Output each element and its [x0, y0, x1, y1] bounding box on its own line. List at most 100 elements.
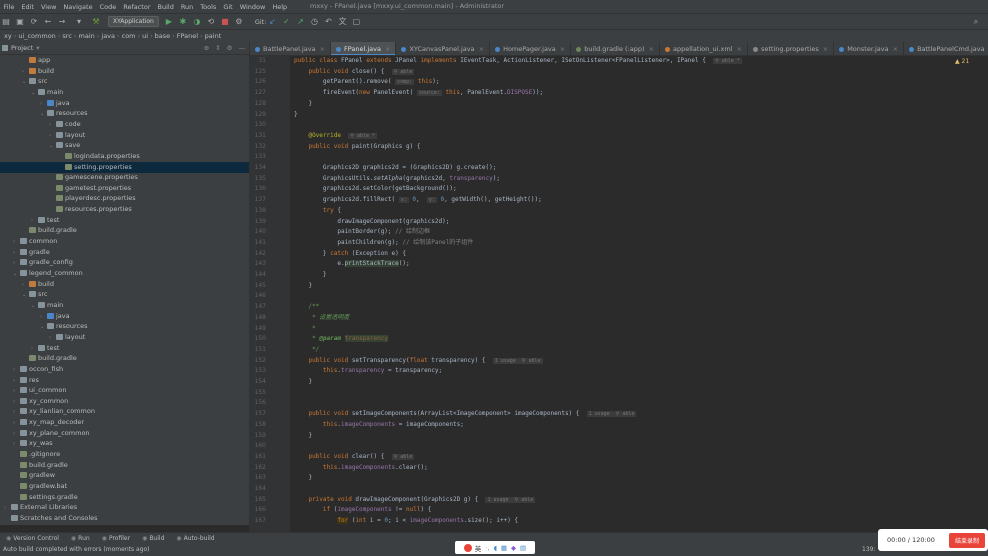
tree-item[interactable]: › res [0, 375, 249, 386]
hide-icon[interactable]: — [239, 44, 246, 52]
menu-item-file[interactable]: File [0, 3, 18, 11]
tree-item[interactable]: gametest.properties [0, 183, 249, 194]
tree-item[interactable]: › xy_lianlian_common [0, 406, 249, 417]
close-icon[interactable]: × [737, 45, 742, 53]
keyboard-icon[interactable]: ▦ [501, 544, 507, 552]
tree-item[interactable]: gradlew.bat [0, 481, 249, 492]
grid-icon[interactable]: ▤ [520, 544, 526, 552]
search-icon[interactable]: ⌕ [970, 16, 982, 28]
breadcrumb-item[interactable]: main [77, 32, 97, 40]
tab-battlepanelcmd-java[interactable]: BattlePanelCmd.java× [904, 42, 988, 55]
tree-item[interactable]: ⌄ resources [0, 321, 249, 332]
tree-item[interactable]: ⌄ main [0, 87, 249, 98]
run-config-select[interactable]: XYApplication [108, 16, 159, 27]
line-number-gutter[interactable]: 31 125 126 127 128 129 130 131 132 133 134 135 136 13… [250, 56, 290, 532]
tab-build-gradle-app[interactable]: build.gradle (:app) × [571, 42, 660, 55]
tree-item[interactable]: › layout [0, 332, 249, 343]
tree-item[interactable]: build.gradle [0, 460, 249, 471]
git-history-icon[interactable]: ◷ [308, 16, 320, 28]
tree-item[interactable]: resources.properties [0, 204, 249, 215]
breadcrumb-item[interactable]: base [153, 32, 173, 40]
menu-item-help[interactable]: Help [269, 3, 291, 11]
settings-icon[interactable]: ⚙ [233, 16, 245, 28]
folder-icon[interactable]: ▤ [0, 16, 12, 28]
tree-item[interactable]: › xy_common [0, 396, 249, 407]
tree-item[interactable]: › ui_common [0, 385, 249, 396]
tree-item[interactable]: logindata.properties [0, 151, 249, 162]
tab-homepager-java[interactable]: HomePager.java × [490, 42, 572, 55]
tree-item[interactable]: gradlew [0, 470, 249, 481]
skin-icon[interactable]: ◆ [511, 544, 516, 552]
git-revert-icon[interactable]: ↶ [322, 16, 334, 28]
git-update-icon[interactable]: ↙ [266, 16, 278, 28]
tree-item[interactable]: › occon_fish [0, 364, 249, 375]
tree-item[interactable]: ⌄ save [0, 140, 249, 151]
menu-item-run[interactable]: Run [177, 3, 196, 11]
tree-item[interactable]: .gitignore [0, 449, 249, 460]
breadcrumb-item[interactable]: ui_common [16, 32, 58, 40]
tree-item[interactable]: › xy_plane_common [0, 428, 249, 439]
tab-fpanel-java[interactable]: FPanel.java × [331, 42, 397, 55]
close-icon[interactable]: × [649, 45, 654, 53]
microphone-icon[interactable]: ◖ [493, 544, 496, 552]
ime-language[interactable]: 英 [475, 543, 482, 553]
stop-recording-button[interactable]: 结束录制 [948, 532, 985, 548]
tree-item[interactable]: › build [0, 66, 249, 77]
save-icon[interactable]: ▣ [14, 16, 26, 28]
menu-item-view[interactable]: View [37, 3, 59, 11]
tree-item[interactable]: ⌄ legend_common [0, 268, 249, 279]
tab-setting-properties[interactable]: setting.properties × [748, 42, 835, 55]
menu-item-navigate[interactable]: Navigate [60, 3, 96, 11]
tree-item[interactable]: Scratches and Consoles [0, 513, 249, 524]
breadcrumb-item[interactable]: FPanel [175, 32, 200, 40]
locate-icon[interactable]: ⊕ [204, 44, 209, 52]
tree-item[interactable]: ⌄ resources [0, 108, 249, 119]
tree-item[interactable]: › code [0, 119, 249, 130]
menu-item-window[interactable]: Window [236, 3, 269, 11]
tree-item[interactable]: ⌄ main [0, 300, 249, 311]
gear-icon[interactable]: ⚙ [227, 44, 233, 52]
profile-icon[interactable]: ⟲ [205, 16, 217, 28]
git-push-icon[interactable]: ↗ [294, 16, 306, 28]
git-commit-icon[interactable]: ✓ [280, 16, 292, 28]
cursor-position[interactable]: 139: [862, 544, 875, 556]
code-editor[interactable]: public class FPanel extends JPanel imple… [290, 56, 973, 532]
tree-item[interactable]: settings.gradle [0, 492, 249, 503]
breadcrumb-item[interactable]: paint [203, 32, 224, 40]
tree-item[interactable]: › xy_was [0, 438, 249, 449]
tree-item[interactable]: gamescene.properties [0, 172, 249, 183]
run-icon[interactable]: ▶ [163, 16, 175, 28]
coverage-icon[interactable]: ◑ [191, 16, 203, 28]
close-icon[interactable]: × [823, 45, 828, 53]
tree-item[interactable]: › common [0, 236, 249, 247]
menu-item-tools[interactable]: Tools [197, 3, 220, 11]
ide-icon[interactable]: ▢ [350, 16, 362, 28]
menu-item-refactor[interactable]: Refactor [120, 3, 154, 11]
tree-item[interactable]: › test [0, 215, 249, 226]
tree-item[interactable]: ⌄ src [0, 76, 249, 87]
tab-battlepanel-java[interactable]: BattlePanel.java × [250, 42, 332, 55]
breadcrumb-item[interactable]: com [120, 32, 138, 40]
breadcrumb-item[interactable]: src [60, 32, 74, 40]
ime-toolbar[interactable]: 英 ·, ◖ ▦ ◆ ▤ [455, 541, 535, 554]
breadcrumb-item[interactable]: xy [2, 32, 14, 40]
close-icon[interactable]: × [560, 45, 565, 53]
tree-item[interactable]: › java [0, 98, 249, 109]
chevron-down-icon[interactable]: ▾ [36, 44, 39, 52]
close-icon[interactable]: × [479, 45, 484, 53]
close-icon[interactable]: × [385, 45, 390, 53]
menu-item-code[interactable]: Code [96, 3, 120, 11]
tree-item[interactable]: › xy_map_decoder [0, 417, 249, 428]
tree-item[interactable]: › build [0, 279, 249, 290]
user-icon[interactable]: ▾ [70, 16, 88, 28]
forward-icon[interactable]: → [56, 16, 68, 28]
tree-item[interactable]: app [0, 55, 249, 66]
close-icon[interactable]: × [320, 45, 325, 53]
tool-window-build[interactable]: ◉ Build [136, 535, 170, 542]
collapse-icon[interactable]: ⇕ [215, 44, 220, 52]
tree-item[interactable]: › External Libraries [0, 502, 249, 513]
project-title[interactable]: Project [11, 44, 33, 52]
tool-window-version-control[interactable]: ◉ Version Control [0, 535, 65, 542]
back-icon[interactable]: ← [42, 16, 54, 28]
stop-icon[interactable]: ■ [219, 16, 231, 28]
